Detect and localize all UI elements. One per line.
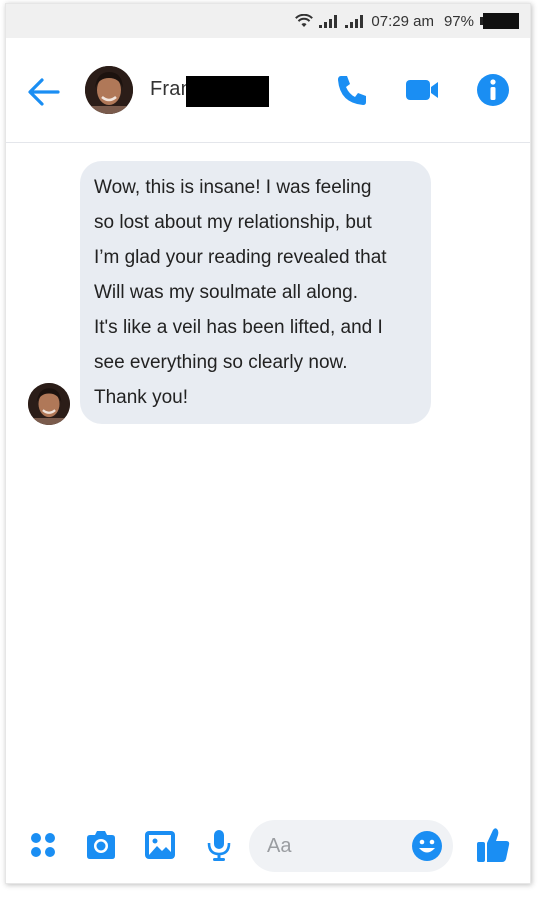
wifi-icon [295,14,314,27]
chat-header: Fran [6,38,530,143]
message-line: see everything so clearly now. [94,352,348,373]
message-line: Will was my soulmate all along. [94,282,358,303]
back-arrow-icon[interactable] [26,74,62,110]
camera-icon[interactable] [84,828,118,862]
phone-icon[interactable] [334,72,370,108]
message-line: It's like a veil has been lifted, and I [94,317,383,338]
video-camera-icon[interactable] [404,72,440,108]
apps-grid-icon[interactable] [26,828,60,862]
avatar-photo-icon [85,66,133,114]
avatar-photo-icon [28,383,70,425]
message-input[interactable] [267,834,397,858]
message-line: so lost about my relationship, but [94,212,372,233]
microphone-icon[interactable] [202,828,236,862]
battery-percent: 97% [443,12,474,30]
message-line: I’m glad your reading revealed that [94,247,387,268]
status-bar: 07:29 am 97% [6,4,530,38]
message-line: Wow, this is insane! I was feeling [94,177,372,198]
contact-avatar[interactable] [85,66,133,114]
info-icon[interactable] [475,72,511,108]
sender-avatar [28,383,70,425]
signal-icon [345,15,364,28]
name-redaction [186,76,269,107]
battery-icon [480,13,519,29]
message-composer [6,814,530,876]
image-icon[interactable] [143,828,177,862]
signal-icon [319,15,338,28]
message-input-container[interactable] [249,820,453,872]
message-line: Thank you! [94,387,188,408]
status-time: 07:29 am [371,12,434,30]
thumbs-up-icon[interactable] [475,826,511,864]
emoji-icon[interactable] [411,830,443,862]
messenger-screen: 07:29 am 97% Fran Wow, this is insane! I… [5,3,531,884]
